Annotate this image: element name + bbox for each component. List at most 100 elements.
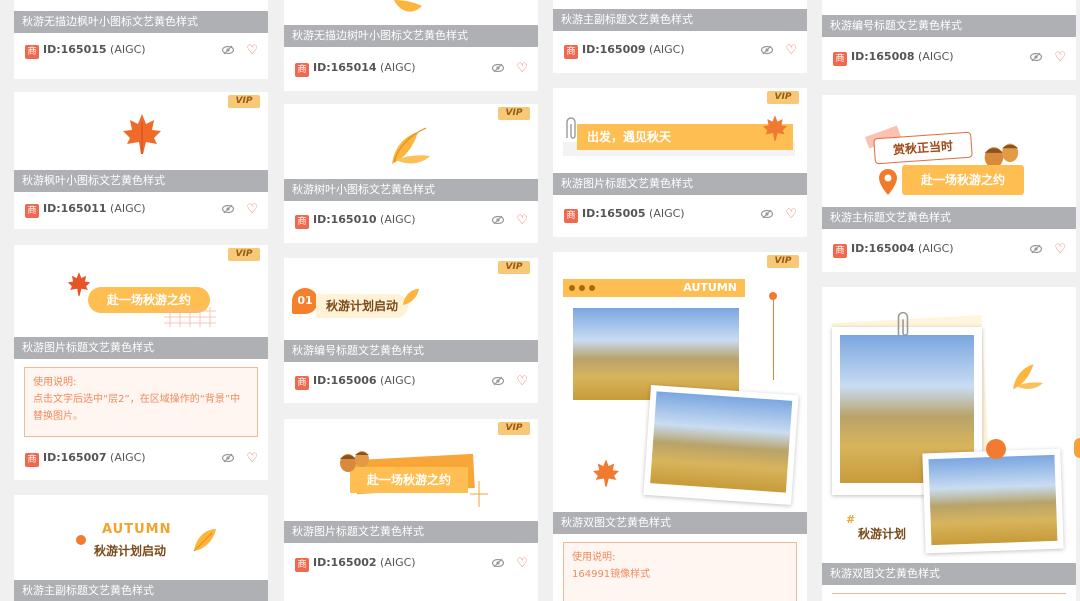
hide-icon[interactable]: [492, 376, 504, 386]
card-preview[interactable]: VIP 赴一场秋游之约: [284, 419, 538, 521]
vip-badge: VIP: [228, 248, 260, 261]
card-preview[interactable]: [284, 0, 538, 25]
title-text: 秋游计划: [858, 527, 907, 541]
favorite-heart-icon[interactable]: ♡: [516, 374, 528, 390]
template-card[interactable]: 秋游主副标题文艺黄色样式 商 ID:165009 (AIGC) ♡: [553, 0, 807, 73]
template-card[interactable]: 秋游无描边树叶小图标文艺黄色样式 商 ID:165014 (AIGC) ♡: [284, 0, 538, 91]
hide-icon[interactable]: [222, 453, 234, 463]
favorite-heart-icon[interactable]: ♡: [516, 213, 528, 229]
card-preview[interactable]: # 秋游计划: [822, 287, 1076, 563]
landscape-photo: [650, 391, 793, 493]
hide-icon[interactable]: [492, 215, 504, 225]
card-id: ID:165002 (AIGC): [313, 556, 416, 569]
autumn-heading: AUTUMN: [683, 281, 737, 294]
commercial-badge: 商: [564, 45, 578, 59]
card-caption: 秋游主副标题文艺黄色样式: [14, 580, 268, 601]
pin-dot: [769, 292, 777, 300]
hide-icon[interactable]: [492, 63, 504, 73]
template-card[interactable]: VIP 赴一场秋游之约 秋游图片标题文艺黄色样式 商 ID:165002 (AI…: [284, 419, 538, 601]
hide-icon[interactable]: [492, 558, 504, 568]
commercial-badge: 商: [25, 453, 39, 467]
hide-icon[interactable]: [761, 209, 773, 219]
template-card[interactable]: 赏秋正当时 赴一场秋游之约 秋游主标题文艺黄色样式 商 ID:165004 (A…: [822, 95, 1076, 272]
hide-icon[interactable]: [1030, 52, 1042, 62]
card-meta: 商 ID:165009 (AIGC) ♡: [553, 31, 807, 73]
leaf-icon: [402, 288, 420, 306]
commercial-badge: 商: [25, 204, 39, 218]
favorite-heart-icon[interactable]: ♡: [1054, 242, 1066, 258]
usage-notice: 使用说明: 164991镜像样式: [563, 542, 797, 601]
card-preview[interactable]: VIP: [284, 104, 538, 179]
template-card[interactable]: 秋游编号标题文艺黄色样式 商 ID:165008 (AIGC) ♡: [822, 0, 1076, 80]
favorite-heart-icon[interactable]: ♡: [516, 61, 528, 77]
card-meta: 商 ID:165004 (AIGC) ♡: [822, 229, 1076, 272]
maple-leaf-icon: [67, 272, 91, 296]
commercial-badge: 商: [295, 376, 309, 390]
paperclip-icon: [566, 117, 576, 139]
title-banner: 赴一场秋游之约: [902, 165, 1024, 195]
notice-body: 点击文字后选中“层2”，在区域操作的“背景”中替换图片。: [33, 394, 241, 422]
card-preview[interactable]: [14, 0, 268, 11]
favorite-heart-icon[interactable]: ♡: [246, 43, 258, 59]
card-id: ID:165006 (AIGC): [313, 374, 416, 387]
card-preview[interactable]: VIP: [14, 92, 268, 170]
card-caption: 秋游主副标题文艺黄色样式: [553, 9, 807, 31]
maple-leaf-icon: [762, 115, 788, 141]
commercial-badge: 商: [295, 215, 309, 229]
template-card[interactable]: VIP 秋游树叶小图标文艺黄色样式 商 ID:165010 (AIGC) ♡: [284, 104, 538, 243]
card-caption: 秋游双图文艺黄色样式: [553, 512, 807, 534]
notice-body: 164991镜像样式: [572, 569, 651, 580]
card-id: ID:165015 (AIGC): [43, 43, 146, 56]
favorite-heart-icon[interactable]: ♡: [246, 202, 258, 218]
template-card[interactable]: VIP 出发，遇见秋天 秋游图片标题文艺黄色样式 商 ID:165005 (AI…: [553, 88, 807, 237]
card-meta: 商 ID:165008 (AIGC) ♡: [822, 37, 1076, 80]
template-card[interactable]: VIP 01 秋游计划启动 秋游编号标题文艺黄色样式 商 ID:165006 (…: [284, 258, 538, 403]
hide-icon[interactable]: [761, 45, 773, 55]
favorite-heart-icon[interactable]: ♡: [516, 556, 528, 572]
template-card[interactable]: VIP 赴一场秋游之约 秋游图片标题文艺黄色样式 使用说明: 点击文字后选中“层…: [14, 245, 268, 480]
card-preview[interactable]: [553, 0, 807, 9]
favorite-heart-icon[interactable]: ♡: [246, 451, 258, 467]
favorite-heart-icon[interactable]: ♡: [785, 207, 797, 223]
acorn-icon: [340, 451, 369, 472]
card-preview[interactable]: VIP AUTUMN: [553, 252, 807, 512]
template-card[interactable]: # 秋游计划 秋游双图文艺黄色样式: [822, 287, 1076, 601]
card-id: ID:165009 (AIGC): [582, 43, 685, 56]
card-preview[interactable]: VIP 赴一场秋游之约: [14, 245, 268, 337]
leaf-icon: [392, 127, 430, 164]
hash-mark: #: [846, 513, 856, 526]
favorite-heart-icon[interactable]: ♡: [785, 43, 797, 59]
commercial-badge: 商: [295, 558, 309, 572]
hide-icon[interactable]: [222, 45, 234, 55]
landscape-photo: [928, 454, 1058, 546]
pin-line: [773, 296, 774, 380]
orange-dot: [76, 535, 86, 545]
hide-icon[interactable]: [222, 204, 234, 214]
card-preview[interactable]: VIP 出发，遇见秋天: [553, 88, 807, 173]
card-preview[interactable]: AUTUMN 秋游计划启动: [14, 495, 268, 580]
vip-badge: VIP: [767, 91, 799, 104]
hide-icon[interactable]: [1030, 244, 1042, 254]
location-pin-icon: [879, 169, 897, 195]
autumn-heading: AUTUMN: [102, 522, 172, 537]
orange-dot: [986, 439, 1006, 459]
card-caption: 秋游树叶小图标文艺黄色样式: [284, 179, 538, 201]
template-card[interactable]: 秋游无描边枫叶小图标文艺黄色样式 商 ID:165015 (AIGC) ♡: [14, 0, 268, 79]
sparkle-icon: [470, 481, 488, 507]
card-preview[interactable]: [822, 0, 1076, 15]
template-card[interactable]: VIP AUTUMN 秋游双图文艺黄色样式 使用说明: 164991镜像样式: [553, 252, 807, 601]
card-caption: 秋游编号标题文艺黄色样式: [822, 15, 1076, 37]
card-preview[interactable]: VIP 01 秋游计划启动: [284, 258, 538, 340]
card-preview[interactable]: 赏秋正当时 赴一场秋游之约: [822, 95, 1076, 207]
photo-frame: [643, 384, 799, 506]
favorite-heart-icon[interactable]: ♡: [1054, 50, 1066, 66]
template-card[interactable]: VIP 秋游枫叶小图标文艺黄色样式 商 ID:165011 (AIGC) ♡: [14, 92, 268, 229]
card-meta: 商 ID:165005 (AIGC) ♡: [553, 195, 807, 237]
commercial-badge: 商: [833, 244, 847, 258]
photo-frame: [922, 448, 1064, 554]
template-card[interactable]: AUTUMN 秋游计划启动 秋游主副标题文艺黄色样式: [14, 495, 268, 601]
card-caption: 秋游无描边枫叶小图标文艺黄色样式: [14, 11, 268, 33]
card-meta: 商 ID:165007 (AIGC) ♡: [14, 441, 268, 477]
card-meta: 商 ID:165015 (AIGC) ♡: [14, 33, 268, 69]
leaf-icon: [394, 0, 422, 12]
